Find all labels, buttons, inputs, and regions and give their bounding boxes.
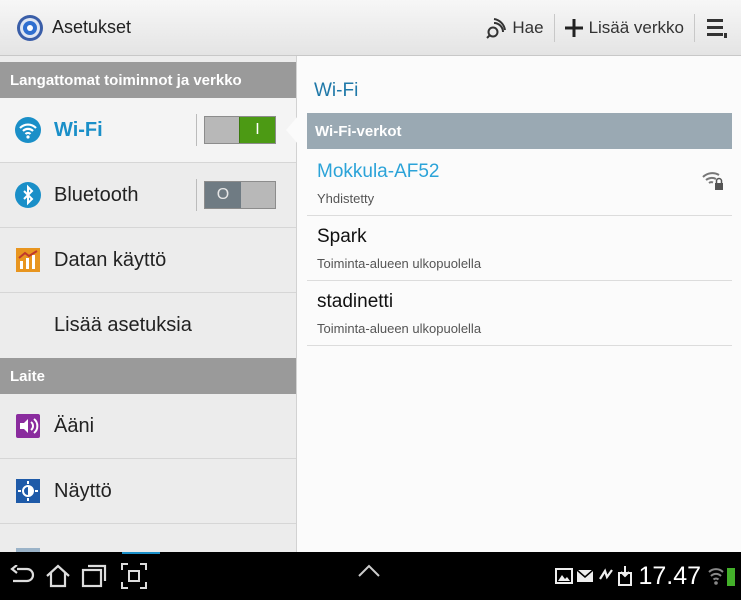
sidebar-item-display[interactable]: Näyttö (0, 459, 296, 524)
screenshot-icon (121, 563, 147, 589)
divider (196, 179, 197, 211)
toggle-knob: O (205, 182, 241, 208)
sidebar-item-label: Lisää asetuksia (54, 314, 192, 336)
sidebar-item-partial[interactable] (0, 524, 296, 552)
sound-icon (14, 412, 42, 440)
sidebar-item-label: Näyttö (54, 479, 112, 502)
partial-icon (14, 542, 42, 552)
search-icon (486, 17, 507, 39)
search-label: Hae (512, 17, 544, 37)
system-navigation-bar: 17.47 (0, 552, 741, 600)
wifi-status-icon (708, 568, 724, 585)
active-indicator (122, 552, 160, 554)
wifi-toggle[interactable]: I (204, 116, 276, 144)
toggle-knob: I (239, 117, 275, 143)
download-icon (618, 566, 633, 586)
divider (196, 114, 197, 146)
network-name: Spark (317, 226, 367, 247)
page-title: Wi-Fi (314, 80, 359, 101)
status-area[interactable]: 17.47 (552, 552, 735, 600)
display-icon (14, 477, 42, 505)
home-button[interactable] (44, 562, 72, 590)
section-header-networks: Wi-Fi-verkot (307, 113, 732, 149)
network-status: Yhdistetty (317, 191, 375, 206)
sidebar-item-label: Ääni (54, 414, 95, 437)
battery-icon (727, 568, 735, 586)
plus-icon (564, 18, 583, 37)
usb-sync-icon (599, 568, 614, 580)
sidebar-item-data-usage[interactable]: Datan käyttö (0, 228, 296, 293)
mail-icon (576, 569, 594, 582)
sidebar-item-label: Bluetooth (54, 183, 139, 206)
clock: 17.47 (638, 561, 701, 590)
sidebar-item-bluetooth[interactable]: Bluetooth O (0, 163, 296, 228)
sidebar-item-sound[interactable]: Ääni (0, 394, 296, 459)
screenshot-button[interactable] (120, 562, 148, 590)
sidebar-item-wifi[interactable]: Wi-Fi I (0, 98, 296, 163)
network-item-connected[interactable]: Mokkula-AF52 Yhdistetty (307, 151, 732, 216)
recent-apps-button[interactable] (80, 562, 108, 590)
network-status: Toiminta-alueen ulkopuolella (317, 256, 482, 271)
back-button[interactable] (8, 562, 36, 590)
search-button[interactable]: Hae (476, 0, 553, 55)
sidebar-item-label: Wi-Fi (54, 118, 103, 141)
network-name: stadinetti (317, 291, 394, 312)
add-network-label: Lisää verkko (588, 17, 684, 37)
sidebar-item-label: Datan käyttö (54, 248, 167, 271)
wifi-locked-signal-icon (702, 172, 723, 190)
bluetooth-icon (14, 181, 42, 209)
menu-icon (707, 18, 727, 38)
section-header-device: Laite (0, 358, 296, 394)
settings-categories-panel: Langattomat toiminnot ja verkko Wi-Fi I (0, 56, 296, 552)
data-usage-icon (14, 246, 42, 274)
sidebar-item-more-settings[interactable]: Lisää asetuksia (0, 293, 296, 358)
action-bar: Asetukset Hae Lisää verkko (0, 0, 741, 56)
recent-apps-icon (81, 564, 107, 588)
network-item[interactable]: stadinetti Toiminta-alueen ulkopuolella (307, 281, 732, 346)
overflow-menu-button[interactable] (695, 0, 741, 55)
app-title: Asetukset (52, 17, 132, 37)
network-name: Mokkula-AF52 (317, 161, 440, 182)
selection-pointer (286, 116, 298, 144)
wifi-detail-panel: Wi-Fi Wi-Fi-verkot Mokkula-AF52 Yhdistet… (296, 56, 741, 552)
network-status: Toiminta-alueen ulkopuolella (317, 321, 482, 336)
quick-panel-toggle[interactable] (356, 562, 382, 583)
network-list: Mokkula-AF52 Yhdistetty Spark Toiminta-a… (307, 151, 732, 346)
bluetooth-toggle[interactable]: O (204, 181, 276, 209)
section-header-wireless: Langattomat toiminnot ja verkko (0, 62, 296, 98)
settings-gear-icon[interactable] (16, 14, 44, 42)
network-item[interactable]: Spark Toiminta-alueen ulkopuolella (307, 216, 732, 281)
back-icon (10, 565, 35, 583)
home-icon (46, 564, 70, 588)
wifi-icon (14, 116, 42, 144)
add-network-button[interactable]: Lisää verkko (555, 0, 694, 55)
image-notification-icon (555, 568, 574, 584)
chevron-up-icon (358, 564, 380, 577)
